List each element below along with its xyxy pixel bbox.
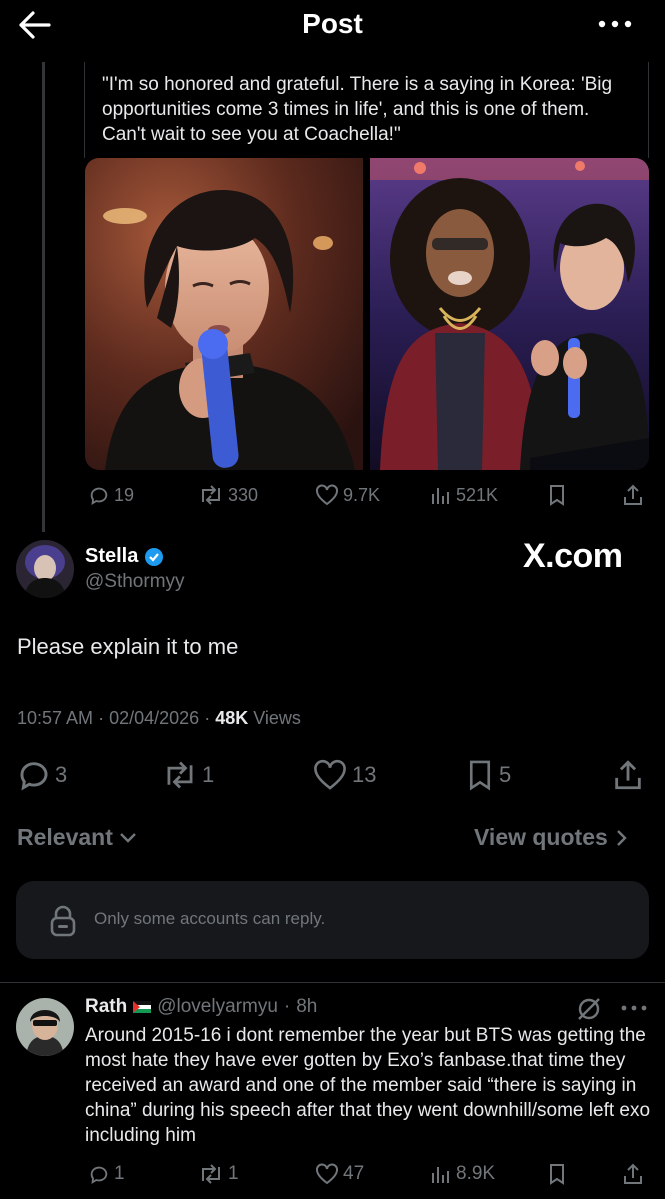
like-button[interactable]: 47 [315, 1163, 364, 1185]
share-button[interactable] [622, 483, 644, 507]
more-icon[interactable] [596, 14, 636, 34]
reply-count: 19 [114, 484, 135, 505]
thread-line [42, 62, 45, 532]
share-icon [624, 1163, 642, 1184]
photo-stage-duo[interactable] [370, 158, 649, 470]
repost-button[interactable]: 1 [162, 759, 214, 791]
watermark: X.com [523, 537, 623, 575]
like-count: 47 [343, 1163, 365, 1184]
repost-count: 330 [228, 484, 259, 505]
like-button[interactable]: 13 [312, 759, 376, 791]
repost-icon [167, 761, 193, 789]
lock-icon [50, 905, 76, 937]
share-button[interactable] [612, 758, 644, 792]
like-button[interactable]: 9.7K [315, 484, 380, 506]
share-icon [624, 484, 642, 505]
bookmark-icon [469, 760, 491, 791]
views-count: 521K [456, 484, 499, 505]
reply-icon [90, 487, 108, 506]
reply-header: Rath @lovelyarmyu · 8h [85, 996, 318, 1018]
reply-restriction-text: Only some accounts can reply. [94, 909, 326, 928]
bookmark-button[interactable] [547, 1163, 567, 1185]
view-quotes-link[interactable]: View quotes [474, 824, 628, 851]
reply-icon [20, 762, 48, 791]
repost-count: 1 [228, 1163, 239, 1184]
like-count: 9.7K [343, 484, 381, 505]
reply-avatar[interactable] [16, 998, 74, 1056]
grok-icon[interactable] [576, 996, 602, 1022]
views-icon [432, 1167, 449, 1183]
reply-button[interactable]: 3 [17, 759, 67, 791]
reply-button[interactable]: 1 [88, 1163, 125, 1185]
post-meta: 10:57 AM · 02/04/2026 · 48K Views [17, 708, 301, 728]
share-icon [615, 760, 641, 790]
photo-singer-mic[interactable] [85, 158, 363, 470]
reply-author-name[interactable]: Rath [85, 996, 127, 1018]
reply-button[interactable]: 19 [88, 484, 134, 506]
author-name[interactable]: Stella [85, 545, 164, 568]
bookmark-icon [550, 1164, 564, 1185]
bookmark-count: 5 [499, 762, 512, 787]
views-button[interactable]: 521K [430, 484, 498, 506]
bookmark-button[interactable]: 5 [465, 759, 511, 791]
views-label: Views [253, 708, 301, 728]
media-grid[interactable] [85, 158, 649, 470]
post-time[interactable]: 10:57 AM [17, 708, 93, 728]
views-button[interactable]: 8.9K [430, 1163, 495, 1185]
reply-count: 1 [114, 1163, 125, 1184]
views-count: 8.9K [456, 1163, 496, 1184]
like-icon [316, 1163, 338, 1185]
reply-text: Around 2015-16 i dont remember the year … [85, 1025, 651, 1146]
chevron-down-icon [120, 832, 136, 843]
reply-time[interactable]: 8h [296, 996, 317, 1018]
views-total: 48K [215, 708, 249, 728]
chevron-right-icon [616, 829, 627, 846]
divider [0, 982, 665, 983]
verified-icon [145, 547, 164, 566]
post-date[interactable]: 02/04/2026 [109, 708, 199, 728]
like-icon [314, 759, 346, 790]
reply-handle[interactable]: @lovelyarmyu [157, 996, 278, 1018]
repost-count: 1 [202, 762, 215, 787]
top-bar: Post [0, 0, 665, 50]
bookmark-icon [550, 485, 564, 506]
repost-button[interactable]: 1 [198, 1163, 239, 1185]
post-text: Please explain it to me [17, 634, 239, 659]
page-title: Post [302, 8, 363, 39]
bookmark-button[interactable] [547, 484, 567, 506]
share-button[interactable] [622, 1162, 644, 1186]
avatar[interactable] [16, 540, 74, 598]
repost-button[interactable]: 330 [198, 484, 258, 506]
reply-count: 3 [55, 762, 68, 787]
like-count: 13 [352, 762, 377, 787]
views-icon [432, 488, 449, 504]
repost-icon [202, 485, 220, 505]
flag-icon [133, 1001, 152, 1013]
sort-dropdown[interactable]: Relevant [17, 824, 137, 851]
quoted-text: "I'm so honored and grateful. There is a… [102, 74, 613, 145]
like-icon [316, 484, 338, 506]
author-handle[interactable]: @Sthormyy [85, 571, 185, 593]
repost-icon [202, 1164, 220, 1184]
reply-more-icon[interactable] [619, 1001, 649, 1015]
reply-icon [90, 1166, 108, 1185]
